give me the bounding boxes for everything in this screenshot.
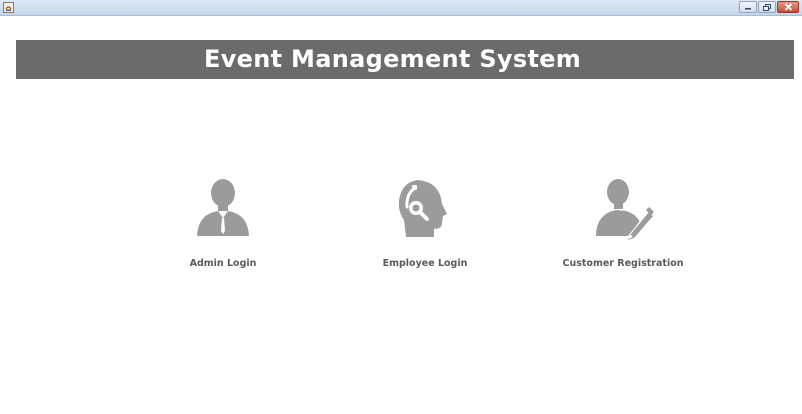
window-controls [739, 1, 799, 14]
page-title: Event Management System [204, 45, 582, 73]
header-band: Event Management System [16, 40, 794, 79]
customer-registration-label: Customer Registration [562, 258, 684, 269]
customer-registration-option[interactable]: Customer Registration [533, 168, 713, 280]
maximize-button[interactable] [758, 1, 776, 13]
user-edit-icon [596, 179, 657, 242]
minimize-icon [745, 8, 751, 10]
headset-support-icon [398, 180, 447, 237]
employee-login-option[interactable]: Employee Login [335, 168, 515, 280]
admin-login-label: Admin Login [189, 258, 257, 269]
employee-login-label: Employee Login [382, 258, 468, 269]
maximize-icon [763, 3, 771, 11]
admin-login-option[interactable]: Admin Login [133, 168, 313, 280]
window-titlebar [0, 0, 802, 16]
close-icon [784, 3, 792, 11]
admin-user-icon [197, 179, 249, 236]
java-app-icon [3, 2, 14, 13]
minimize-button[interactable] [739, 1, 757, 13]
close-button[interactable] [777, 1, 799, 13]
